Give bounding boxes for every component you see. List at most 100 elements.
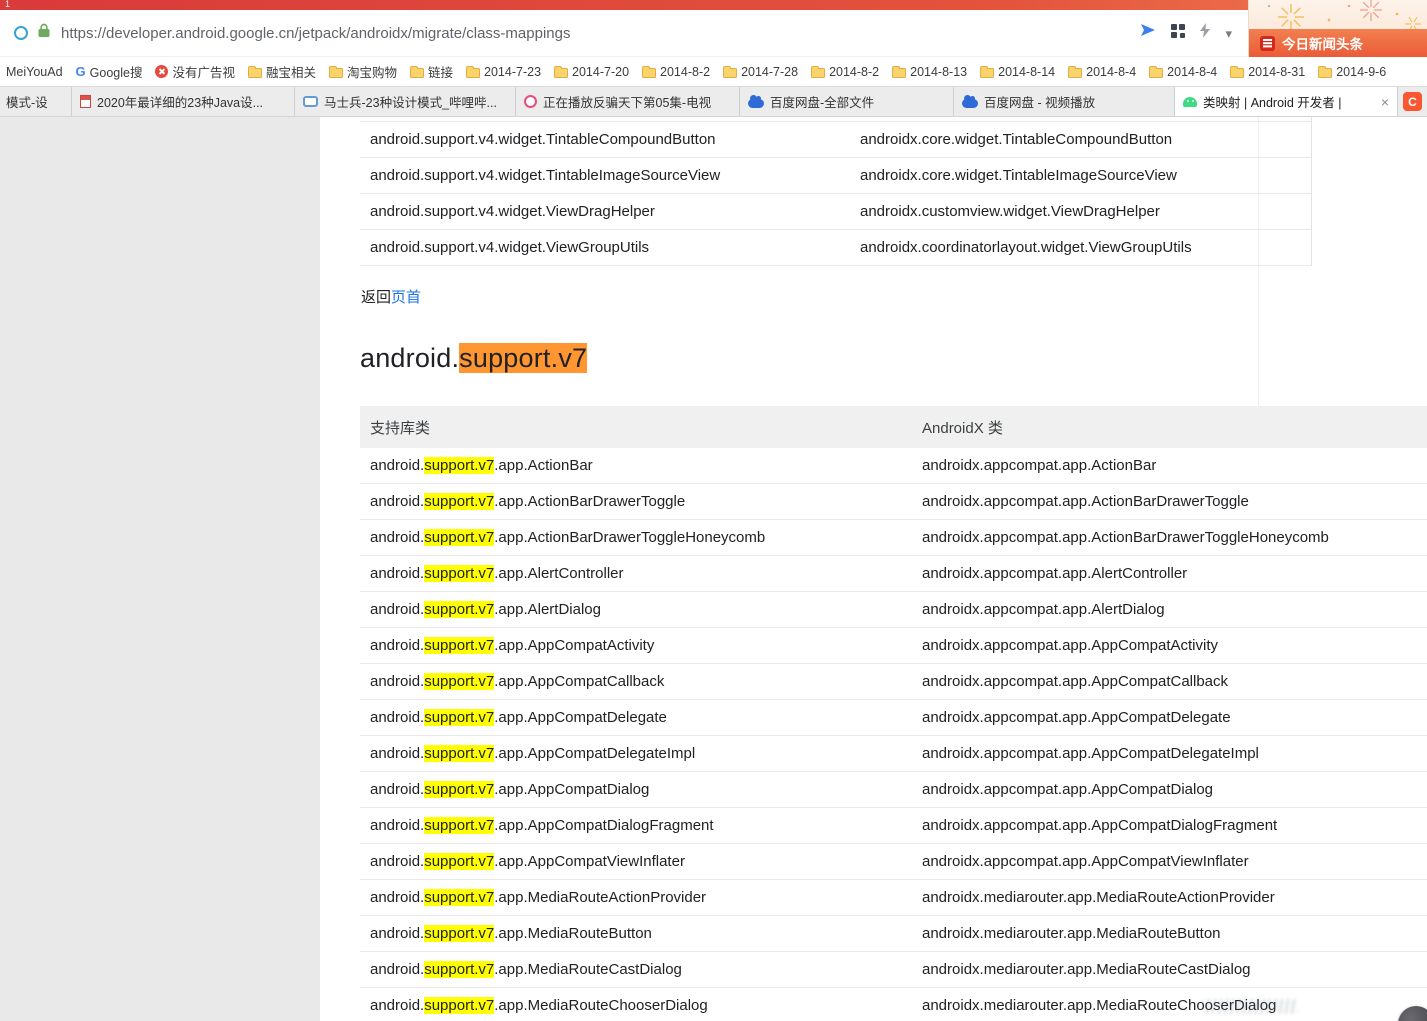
bookmark-item[interactable]: 淘宝购物 [329,62,397,81]
androidx-class-cell: androidx.appcompat.app.AppCompatViewInfl… [922,853,1249,870]
grid-icon[interactable] [1171,23,1186,43]
search-highlight: support.v7 [424,637,495,654]
window-title: 1 [5,0,11,9]
browser-tab[interactable]: C [1398,87,1427,116]
table-row: android.support.v7.app.AlertController an… [360,556,1427,592]
cloud-icon [962,95,978,108]
class-suffix: .app.MediaRouteButton [494,925,652,942]
class-prefix: android. [370,529,425,546]
tv-icon [303,96,318,107]
lightning-icon[interactable] [1200,23,1211,43]
url-text[interactable]: https://developer.android.google.cn/jetp… [61,25,1140,42]
news-widget[interactable]: 今日新闻头条 [1249,29,1427,57]
androidx-class-cell: androidx.appcompat.app.AppCompatCallback [922,673,1229,690]
bookmark-item[interactable]: 2014-8-14 [980,65,1055,79]
class-prefix: android. [370,493,425,510]
back-to-top-link[interactable]: 页首 [391,289,421,306]
bookmark-item[interactable]: 2014-8-13 [892,65,967,79]
heading-prefix: android. [360,343,460,373]
bookmark-label: 2014-9-6 [1336,64,1387,79]
class-suffix: .app.MediaRouteChooserDialog [494,997,708,1014]
bookmark-item[interactable]: 2014-7-28 [723,65,798,79]
bookmark-item[interactable]: 2014-8-31 [1230,65,1305,79]
search-highlight: support.v7 [424,673,495,690]
bookmark-label: 2014-8-2 [829,64,880,79]
class-prefix: android. [370,853,425,870]
search-highlight: support.v7 [424,997,495,1014]
table-row: android.support.v7.app.AppCompatViewInfl… [360,844,1427,880]
search-highlight: support.v7 [424,493,495,510]
support-class-cell: android.support.v7.app.AppCompatDialog [360,781,922,798]
androidx-class-cell: androidx.coordinatorlayout.widget.ViewGr… [860,239,1192,256]
site-info-icon[interactable] [14,26,28,40]
browser-tab[interactable]: 马士兵-23种设计模式_哔哩哔... [295,87,516,116]
bookmark-label: 2014-7-20 [572,64,630,79]
androidx-class-cell: androidx.appcompat.app.ActionBarDrawerTo… [922,493,1249,510]
class-suffix: .app.MediaRouteCastDialog [494,961,682,978]
class-suffix: .app.AppCompatViewInflater [494,853,685,870]
table-row: android.support.v7.app.ActionBar androidx… [360,448,1427,484]
csdn-icon: C [1403,92,1422,111]
browser-tab[interactable]: 百度网盘 - 视频播放 [954,87,1175,116]
bookmark-item[interactable]: 2014-8-2 [642,65,710,79]
bookmark-item[interactable]: 2014-8-2 [811,65,879,79]
class-prefix: android. [370,637,425,654]
folder-icon [811,65,826,78]
tab-close-icon[interactable]: × [1381,94,1389,110]
window-title-bar: 1 [0,0,1427,10]
chevron-down-icon[interactable]: ▾ [1225,27,1232,40]
bookmark-item[interactable]: G Google搜 [76,62,143,81]
bookmark-item[interactable]: 2014-8-4 [1149,65,1217,79]
news-label: 今日新闻头条 [1282,37,1363,52]
support-class-cell: android.support.v7.app.ActionBar [360,457,922,474]
bookmark-item[interactable]: 2014-9-6 [1318,65,1386,79]
table-row: android.support.v7.app.AppCompatDialogFr… [360,808,1427,844]
support-class-cell: android.support.v7.app.AppCompatCallback [360,673,922,690]
class-prefix: android. [370,745,425,762]
bookmark-label: 2014-8-4 [1086,64,1137,79]
tab-label: 百度网盘-全部文件 [770,96,875,110]
support-class-cell: android.support.v7.app.AppCompatDelegate… [360,745,922,762]
androidx-class-cell: androidx.mediarouter.app.MediaRouteActio… [922,889,1275,906]
bookmark-item[interactable]: MeiYouAd [6,65,63,79]
tab-label: 正在播放反骗天下第05集-电视 [543,96,712,110]
bookmark-label: 淘宝购物 [347,66,398,80]
lock-icon[interactable] [38,23,50,43]
bookmark-item[interactable]: 2014-7-20 [554,65,629,79]
class-prefix: android. [370,601,425,618]
androidx-class-cell: androidx.mediarouter.app.MediaRouteButto… [922,925,1221,942]
browser-window: 1 https://developer.android.google.cn/je… [0,0,1427,1021]
back-to-top: 返回页首 [361,286,421,307]
table-row: android.support.v7.app.AlertDialog androi… [360,592,1427,628]
block-icon [155,65,169,78]
support-class-cell: android.support.v7.app.ActionBarDrawerTo… [360,529,922,546]
class-suffix: .app.AppCompatDelegateImpl [494,745,696,762]
search-highlight: support.v7 [424,961,495,978]
folder-icon [247,65,262,78]
table-row: android.support.v4.widget.ViewGroupUtils… [360,230,1311,266]
browser-tab[interactable]: 2020年最详细的23种Java设... [72,87,295,116]
androidx-class-cell: androidx.appcompat.app.ActionBarDrawerTo… [922,529,1329,546]
bookmark-item[interactable]: 没有广告视 [155,62,235,81]
bookmark-item[interactable]: 融宝相关 [247,62,316,81]
browser-tab[interactable]: 模式-设 [0,87,72,116]
browser-tab[interactable]: 类映射 | Android 开发者 | × [1175,87,1398,116]
bookmark-label: 2014-8-14 [998,64,1056,79]
bookmark-item[interactable]: 2014-7-23 [466,65,541,79]
news-icon [1260,35,1275,51]
class-prefix: android. [370,673,425,690]
class-prefix: android. [370,781,425,798]
class-suffix: .app.AppCompatDelegate [494,709,667,726]
class-prefix: android. [370,565,425,582]
class-prefix: android. [370,457,425,474]
table-row: android.support.v7.app.MediaRouteCastDia… [360,952,1427,988]
send-icon[interactable] [1140,23,1156,43]
browser-tab[interactable]: 百度网盘-全部文件 [740,87,954,116]
browser-tab[interactable]: 正在播放反骗天下第05集-电视 [516,87,740,116]
bookmark-item[interactable]: 2014-8-4 [1068,65,1136,79]
class-prefix: android. [370,817,425,834]
bookmark-item[interactable]: 链接 [410,62,453,81]
folder-icon [466,65,481,78]
class-suffix: .app.ActionBar [494,457,593,474]
support-class-cell: android.support.v7.app.ActionBarDrawerTo… [360,493,922,510]
